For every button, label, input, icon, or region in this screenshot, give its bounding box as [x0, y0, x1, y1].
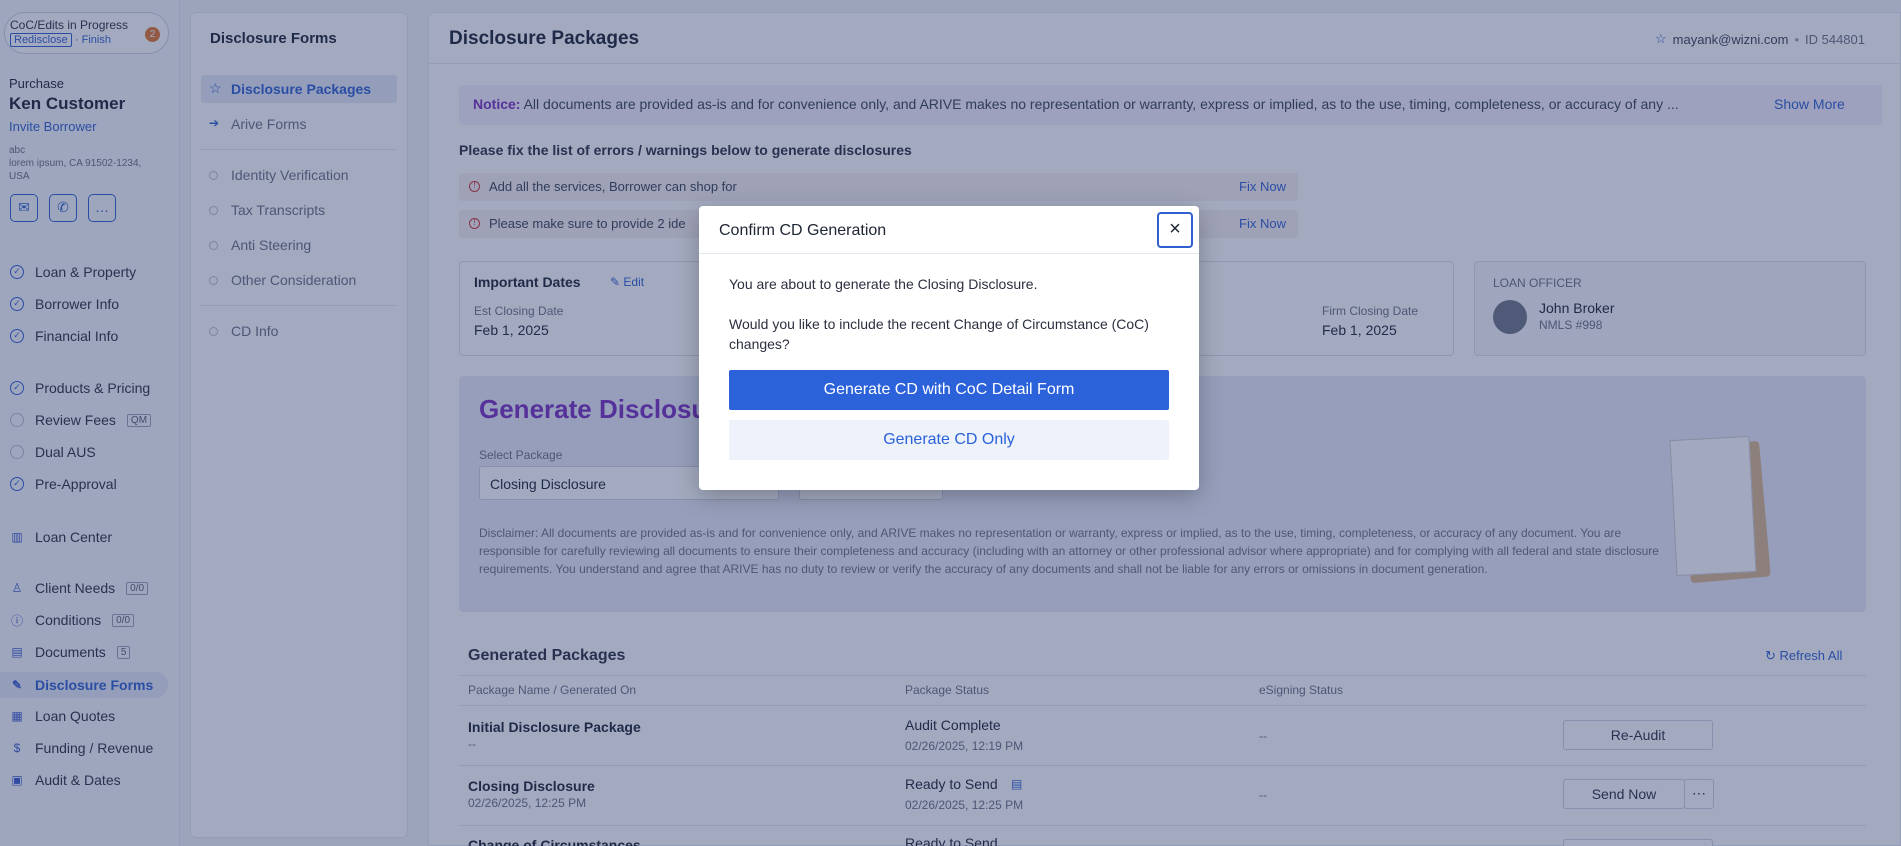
dialog-text: You are about to generate the Closing Di… [729, 276, 1038, 292]
close-icon[interactable]: × [1157, 212, 1193, 248]
confirm-cd-dialog: Confirm CD Generation × You are about to… [699, 206, 1199, 490]
generate-cd-only-button[interactable]: Generate CD Only [729, 420, 1169, 460]
generate-cd-with-coc-button[interactable]: Generate CD with CoC Detail Form [729, 370, 1169, 410]
dialog-question: Would you like to include the recent Cha… [729, 316, 1149, 352]
dialog-title: Confirm CD Generation [699, 206, 1199, 254]
